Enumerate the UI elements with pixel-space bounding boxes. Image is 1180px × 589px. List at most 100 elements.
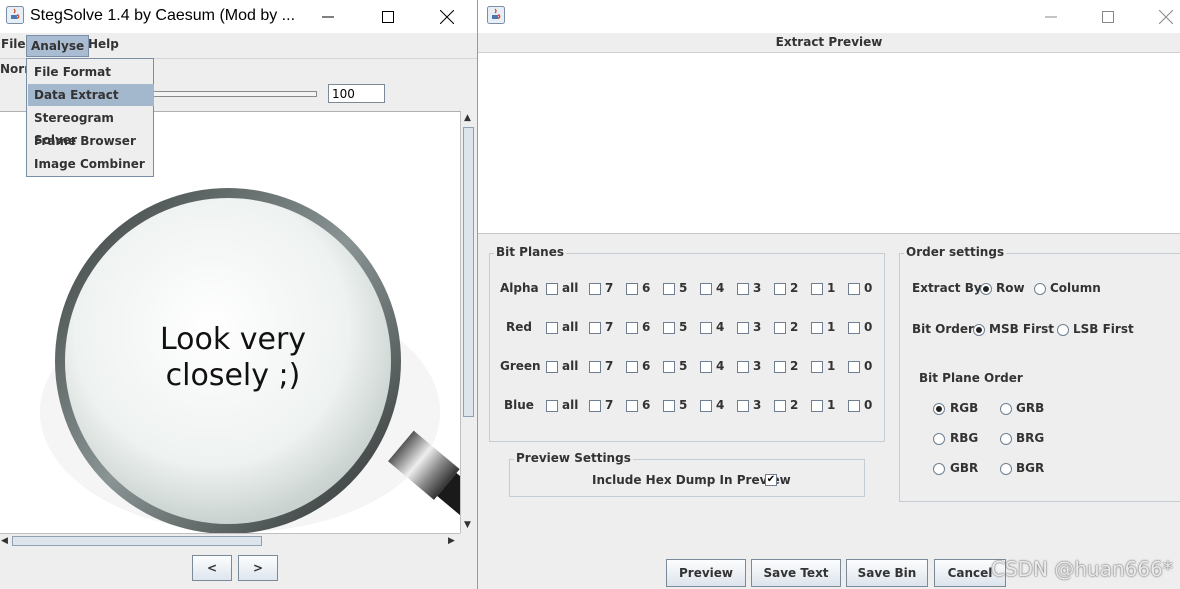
preview-button[interactable]: Preview [666,559,746,587]
plane-order-brg-label[interactable]: BRG [1016,431,1044,445]
bit-checkbox-green-7[interactable] [589,361,601,373]
maximize-button[interactable] [365,0,411,33]
bit-checkbox-alpha-4[interactable] [700,283,712,295]
plane-order-brg-radio[interactable] [1000,433,1012,445]
scroll-up-arrow-icon[interactable]: ▲ [464,112,471,124]
save-bin-button[interactable]: Save Bin [846,559,928,587]
bit-label: 7 [605,398,614,412]
bit-checkbox-green-all[interactable] [546,361,558,373]
bit-label: 5 [679,320,688,334]
prev-frame-button[interactable]: < [192,555,232,581]
bit-checkbox-green-2[interactable] [774,361,786,373]
bit-order-lsb-label[interactable]: LSB First [1073,322,1134,336]
bit-checkbox-alpha-7[interactable] [589,283,601,295]
extract-by-row-label[interactable]: Row [996,281,1025,295]
extract-by-column-radio[interactable] [1034,283,1046,295]
plane-order-gbr-label[interactable]: GBR [950,461,978,475]
extract-maximize-button[interactable] [1085,0,1131,33]
bit-checkbox-green-6[interactable] [626,361,638,373]
bit-checkbox-alpha-2[interactable] [774,283,786,295]
bit-checkbox-red-4[interactable] [700,322,712,334]
bit-checkbox-blue-3[interactable] [737,400,749,412]
bit-checkbox-blue-0[interactable] [848,400,860,412]
zoom-input[interactable]: 100 [328,84,385,103]
bit-label: 5 [679,359,688,373]
bit-checkbox-alpha-0[interactable] [848,283,860,295]
menu-file[interactable]: File [1,37,26,51]
bit-checkbox-red-5[interactable] [663,322,675,334]
bit-checkbox-red-0[interactable] [848,322,860,334]
next-frame-button[interactable]: > [238,555,278,581]
extract-close-button[interactable] [1143,0,1180,33]
bit-order-label: Bit Order [912,322,974,336]
hex-dump-checkbox[interactable]: ✔ [765,474,777,486]
menu-item-file-format[interactable]: File Format [28,61,154,83]
plane-order-rbg-label[interactable]: RBG [950,431,978,445]
close-button[interactable] [424,0,470,33]
bit-checkbox-green-4[interactable] [700,361,712,373]
menu-help[interactable]: Help [88,37,119,51]
bit-checkbox-green-1[interactable] [811,361,823,373]
bit-checkbox-green-3[interactable] [737,361,749,373]
bit-checkbox-red-all[interactable] [546,322,558,334]
bit-checkbox-red-6[interactable] [626,322,638,334]
extract-preview-area[interactable] [478,53,1180,234]
vertical-scroll-thumb[interactable] [463,127,474,417]
plane-order-rgb-label[interactable]: RGB [950,401,978,415]
menu-item-data-extract[interactable]: Data Extract [28,84,154,106]
plane-order-grb-radio[interactable] [1000,403,1012,415]
bit-checkbox-alpha-5[interactable] [663,283,675,295]
scroll-right-arrow-icon[interactable]: ▶ [448,535,455,547]
plane-order-bgr-label[interactable]: BGR [1016,461,1044,475]
bit-checkbox-blue-2[interactable] [774,400,786,412]
bit-order-msb-radio[interactable] [973,324,985,336]
bit-checkbox-green-5[interactable] [663,361,675,373]
extract-by-column-label[interactable]: Column [1050,281,1101,295]
save-text-button[interactable]: Save Text [751,559,841,587]
plane-order-rbg-radio[interactable] [933,433,945,445]
scroll-left-arrow-icon[interactable]: ◀ [1,535,8,547]
zoom-slider[interactable] [150,91,317,97]
bit-checkbox-blue-6[interactable] [626,400,638,412]
plane-order-grb-label[interactable]: GRB [1016,401,1044,415]
horizontal-scroll-thumb[interactable] [12,536,262,546]
bit-plane-order-label: Bit Plane Order [919,371,1023,385]
java-app-icon [6,6,24,24]
bit-checkbox-alpha-1[interactable] [811,283,823,295]
plane-order-gbr-radio[interactable] [933,463,945,475]
bit-checkbox-green-0[interactable] [848,361,860,373]
bit-checkbox-alpha-6[interactable] [626,283,638,295]
bit-checkbox-blue-5[interactable] [663,400,675,412]
bit-label: 2 [790,398,799,412]
extract-titlebar[interactable] [478,0,1180,33]
bit-checkbox-red-3[interactable] [737,322,749,334]
plane-order-rgb-radio[interactable] [933,403,945,415]
bit-order-msb-label[interactable]: MSB First [989,322,1054,336]
bit-checkbox-blue-4[interactable] [700,400,712,412]
menu-item-stereogram-solver[interactable]: Stereogram Solver [28,107,154,147]
bit-label: 7 [605,320,614,334]
horizontal-scrollbar[interactable]: ◀ ▶ [0,533,460,548]
bit-checkbox-alpha-3[interactable] [737,283,749,295]
bit-checkbox-blue-1[interactable] [811,400,823,412]
plane-order-bgr-radio[interactable] [1000,463,1012,475]
bit-label: 2 [790,359,799,373]
bit-checkbox-alpha-all[interactable] [546,283,558,295]
main-titlebar[interactable]: StegSolve 1.4 by Caesum (Mod by ... [0,0,477,33]
bit-order-lsb-radio[interactable] [1057,324,1069,336]
hex-dump-label[interactable]: Include Hex Dump In Preview [592,473,791,487]
bit-checkbox-red-2[interactable] [774,322,786,334]
bit-checkbox-red-7[interactable] [589,322,601,334]
bit-checkbox-red-1[interactable] [811,322,823,334]
scroll-down-arrow-icon[interactable]: ▼ [464,519,471,531]
minimize-button[interactable] [305,0,351,33]
menu-item-image-combiner[interactable]: Image Combiner [28,153,154,175]
extract-by-row-radio[interactable] [980,283,992,295]
menu-analyse[interactable]: Analyse [26,35,90,57]
bit-checkbox-blue-all[interactable] [546,400,558,412]
menu-item-frame-browser[interactable]: Frame Browser [28,130,154,152]
preview-settings-group: Preview Settings Include Hex Dump In Pre… [509,451,865,497]
vertical-scrollbar[interactable]: ▲ ▼ [460,111,476,533]
extract-minimize-button[interactable] [1028,0,1074,33]
bit-checkbox-blue-7[interactable] [589,400,601,412]
